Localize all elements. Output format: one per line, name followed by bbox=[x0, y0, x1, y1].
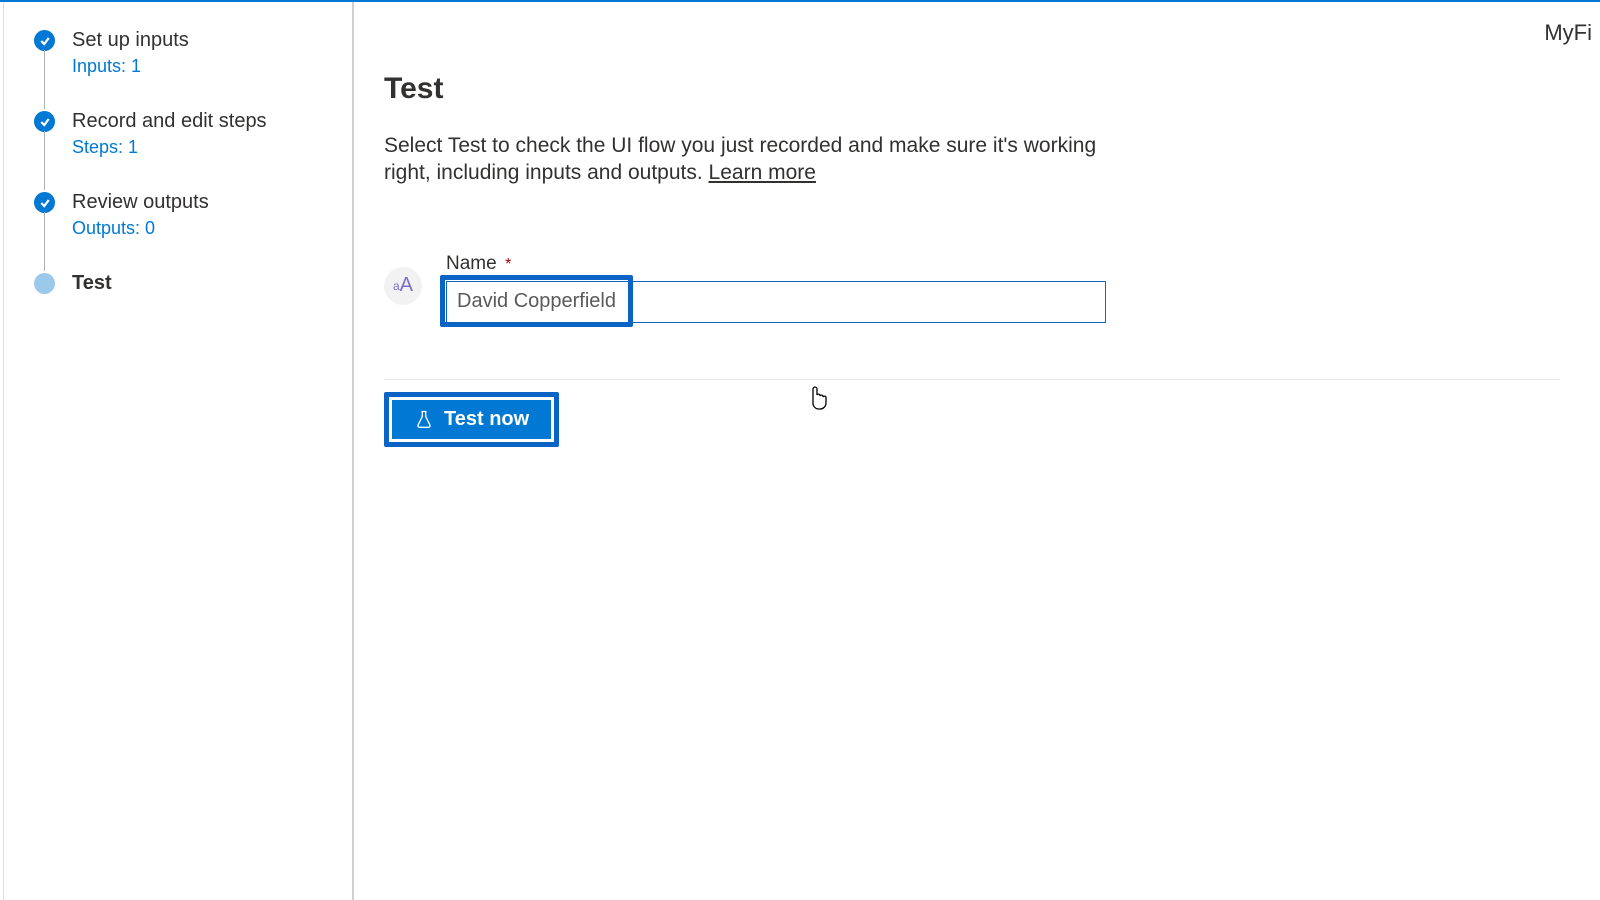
name-label: Name * bbox=[446, 253, 1126, 275]
check-icon bbox=[34, 111, 55, 132]
step-subtitle: Steps: 1 bbox=[72, 137, 340, 158]
name-input[interactable] bbox=[446, 281, 1106, 323]
wizard-sidebar: Set up inputs Inputs: 1 Record and edit … bbox=[4, 2, 354, 900]
step-test[interactable]: Test bbox=[34, 271, 340, 295]
step-title: Record and edit steps bbox=[72, 109, 340, 133]
check-icon bbox=[34, 30, 55, 51]
step-subtitle: Inputs: 1 bbox=[72, 56, 340, 77]
step-title: Review outputs bbox=[72, 190, 340, 214]
page-title: Test bbox=[384, 72, 1560, 106]
section-divider bbox=[384, 379, 1560, 380]
learn-more-link[interactable]: Learn more bbox=[709, 161, 816, 184]
field-label-text: Name bbox=[446, 253, 497, 274]
step-subtitle: Outputs: 0 bbox=[72, 218, 340, 239]
text-field-icon: aA bbox=[384, 267, 422, 305]
step-review-outputs[interactable]: Review outputs Outputs: 0 bbox=[34, 190, 340, 271]
page-description: Select Test to check the UI flow you jus… bbox=[384, 132, 1124, 187]
step-set-up-inputs[interactable]: Set up inputs Inputs: 1 bbox=[34, 28, 340, 109]
step-record-edit[interactable]: Record and edit steps Steps: 1 bbox=[34, 109, 340, 190]
step-title: Test bbox=[72, 271, 340, 295]
required-mark: * bbox=[505, 256, 511, 273]
page-header-clip: MyFi bbox=[1544, 20, 1592, 46]
flask-icon bbox=[414, 409, 434, 429]
check-icon bbox=[34, 192, 55, 213]
test-now-button[interactable]: Test now bbox=[392, 400, 551, 439]
step-title: Set up inputs bbox=[72, 28, 340, 52]
main-panel: MyFi Test Select Test to check the UI fl… bbox=[354, 2, 1600, 900]
current-step-icon bbox=[34, 273, 55, 294]
test-now-label: Test now bbox=[444, 408, 529, 431]
button-highlight: Test now bbox=[384, 392, 559, 447]
